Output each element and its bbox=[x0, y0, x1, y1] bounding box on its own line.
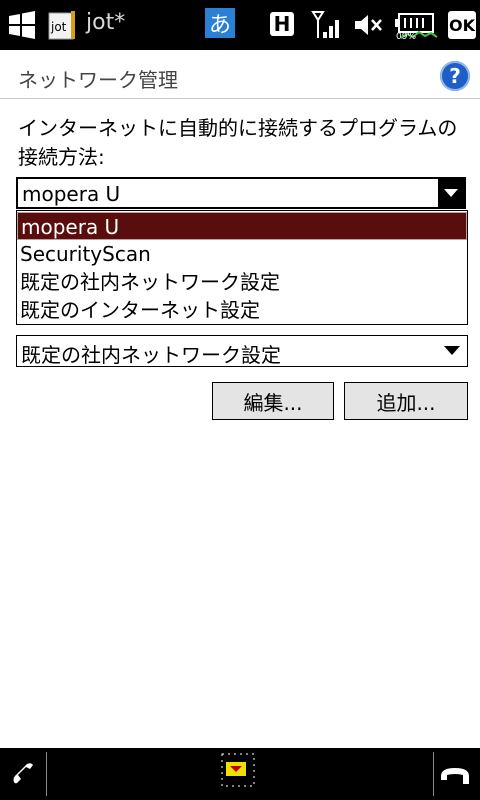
dropdown-arrow-icon bbox=[444, 346, 460, 355]
dropdown-option-default-work[interactable]: 既定の社内ネットワーク設定 bbox=[17, 268, 467, 296]
call-icon[interactable] bbox=[6, 756, 42, 792]
help-button[interactable]: ? bbox=[440, 61, 470, 91]
ime-indicator[interactable]: あ bbox=[205, 8, 235, 38]
network-select-value: 既定の社内ネットワーク設定 bbox=[21, 343, 281, 367]
connection-dropdown-list: mopera U SecurityScan 既定の社内ネットワーク設定 既定のイ… bbox=[16, 210, 468, 325]
app-title: jot* bbox=[86, 10, 126, 35]
connection-prompt: インターネットに自動的に接続するプログラムの接続方法: bbox=[18, 116, 458, 169]
battery-percent: 09% bbox=[396, 32, 417, 42]
keyboard-icon[interactable] bbox=[220, 752, 256, 790]
page-title: ネットワーク管理 bbox=[18, 68, 178, 92]
dropdown-option-securityscan[interactable]: SecurityScan bbox=[17, 240, 467, 268]
signal-icon[interactable] bbox=[308, 0, 344, 50]
dropdown-arrow-icon[interactable] bbox=[438, 179, 464, 207]
svg-text:jot: jot bbox=[50, 20, 67, 34]
bar-divider bbox=[46, 752, 47, 796]
connection-select[interactable]: mopera U bbox=[16, 177, 466, 209]
h-network-indicator: H bbox=[270, 12, 294, 36]
battery-icon[interactable] bbox=[392, 0, 440, 50]
ok-button[interactable]: OK bbox=[448, 11, 476, 39]
add-button[interactable]: 追加... bbox=[344, 382, 468, 420]
end-call-icon[interactable] bbox=[438, 760, 474, 790]
bar-divider bbox=[433, 752, 434, 796]
bottom-bar bbox=[0, 748, 480, 800]
dropdown-option-mopera[interactable]: mopera U bbox=[17, 212, 467, 240]
connection-select-value: mopera U bbox=[22, 182, 121, 206]
page-header: ネットワーク管理 ? bbox=[0, 52, 480, 99]
volume-muted-icon[interactable] bbox=[350, 0, 386, 50]
edit-button[interactable]: 編集... bbox=[212, 382, 334, 420]
network-select[interactable]: 既定の社内ネットワーク設定 bbox=[16, 335, 468, 367]
status-bar: jot jot* あ H 09% OK bbox=[0, 0, 480, 50]
windows-start-icon[interactable] bbox=[4, 0, 40, 50]
jot-app-icon: jot bbox=[46, 0, 78, 50]
dropdown-option-default-internet[interactable]: 既定のインターネット設定 bbox=[17, 296, 467, 324]
